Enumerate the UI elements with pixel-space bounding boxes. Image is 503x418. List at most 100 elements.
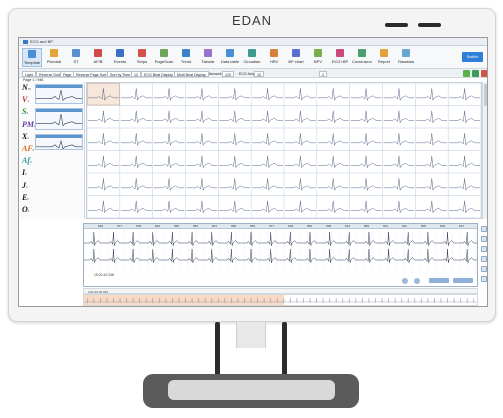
beat-trace[interactable] — [449, 178, 480, 191]
beat-trace[interactable] — [416, 133, 448, 146]
beat-trace[interactable] — [350, 88, 382, 101]
beat-type-i[interactable]: I0 — [22, 169, 27, 178]
beat-trace[interactable] — [416, 110, 448, 124]
beat-trace[interactable] — [350, 200, 382, 214]
beat-trace[interactable] — [317, 178, 349, 191]
beat-trace[interactable] — [88, 200, 119, 214]
beat-trace[interactable] — [449, 200, 480, 214]
toolbar-button-rawdata[interactable]: Rawdata — [396, 48, 416, 67]
beat-trace[interactable] — [350, 155, 382, 169]
toolbar-button-st[interactable]: ST — [66, 48, 86, 67]
beat-trace[interactable] — [186, 178, 218, 191]
amount-input[interactable]: 120 — [222, 70, 234, 77]
beat-trace[interactable] — [153, 178, 185, 191]
beat-trace[interactable] — [120, 155, 152, 169]
beat-trace[interactable] — [153, 110, 185, 124]
light-toggle[interactable]: Light — [22, 70, 36, 77]
beat-trace[interactable] — [88, 155, 119, 169]
toolbar-button-pictorial[interactable]: Pictorial — [44, 48, 64, 67]
vertical-scrollbar[interactable] — [482, 82, 487, 219]
toolbar-button-data-table[interactable]: Data table — [220, 48, 240, 67]
toolbar-button-template[interactable]: Template — [22, 48, 42, 67]
beat-trace[interactable] — [416, 88, 448, 101]
toolbar-button-af-b[interactable]: AF/B — [88, 48, 108, 67]
beat-type-n[interactable]: N78 — [22, 84, 31, 93]
beat-type-af[interactable]: Af0 — [22, 157, 32, 166]
beat-trace[interactable] — [383, 200, 415, 214]
beat-trace[interactable] — [186, 110, 218, 124]
beat-trace[interactable] — [350, 133, 382, 146]
beat-trace[interactable] — [153, 155, 185, 169]
beat-template-thumbnail[interactable] — [35, 108, 83, 130]
strip-action-button[interactable] — [453, 278, 473, 283]
beat-trace[interactable] — [383, 110, 415, 124]
beat-trace[interactable] — [120, 133, 152, 146]
beat-trace[interactable] — [317, 110, 349, 124]
tool-icon[interactable] — [481, 226, 487, 232]
beat-trace[interactable] — [449, 133, 480, 146]
confirm-icon[interactable] — [463, 70, 470, 77]
beat-trace[interactable] — [219, 88, 251, 101]
beat-trace[interactable] — [383, 88, 415, 101]
tool-icon[interactable] — [481, 256, 487, 262]
multi-beat-display-checkbox[interactable]: Multi Beat Display — [174, 70, 209, 77]
beat-trace[interactable] — [350, 110, 382, 124]
beat-trace[interactable] — [285, 200, 316, 214]
selected-cell[interactable] — [87, 83, 120, 106]
beat-trace[interactable] — [383, 133, 415, 146]
toolbar-button-report[interactable]: Report — [374, 48, 394, 67]
beat-type-x[interactable]: X0 — [22, 132, 29, 142]
beat-trace[interactable] — [383, 178, 415, 191]
beat-trace[interactable] — [120, 200, 152, 214]
beat-type-af[interactable]: AF0 — [22, 145, 34, 154]
switch-button[interactable]: Switch — [462, 52, 483, 62]
beat-trace[interactable] — [120, 88, 152, 101]
ecg-strip-view[interactable]: 648 677 678 664 666 650 601 658 659 677 618 659 628 6… — [83, 223, 478, 287]
beat-trace[interactable] — [153, 88, 185, 101]
beat-trace[interactable] — [252, 178, 283, 191]
tool-icon[interactable] — [481, 276, 487, 282]
toolbar-button-bp-chart[interactable]: BP chart — [286, 48, 306, 67]
beat-trace[interactable] — [120, 178, 152, 191]
beat-type-pm[interactable]: PM0 — [22, 120, 36, 130]
beat-trace[interactable] — [186, 200, 218, 214]
toolbar-button-ecg-bp[interactable]: ECG+BP — [330, 48, 350, 67]
beat-trace[interactable] — [186, 155, 218, 169]
toolbar-button-strips[interactable]: Strips — [132, 48, 152, 67]
beat-trace[interactable] — [285, 110, 316, 124]
ecg-amp-select[interactable]: 10 — [254, 70, 264, 77]
beat-trace[interactable] — [317, 155, 349, 169]
tool-icon[interactable] — [481, 246, 487, 252]
beat-trace[interactable] — [88, 110, 119, 124]
beat-trace[interactable] — [285, 133, 316, 146]
beat-trace[interactable] — [416, 155, 448, 169]
beat-trace[interactable] — [285, 178, 316, 191]
count-select[interactable]: 12 — [131, 70, 141, 77]
beat-trace[interactable] — [153, 133, 185, 146]
beat-type-v[interactable]: V4 — [22, 96, 29, 105]
beat-trace[interactable] — [317, 133, 349, 146]
template-grid[interactable] — [86, 82, 482, 219]
beat-trace[interactable] — [219, 133, 251, 146]
strip-action-button[interactable] — [429, 278, 449, 283]
beat-trace[interactable] — [252, 110, 283, 124]
beat-trace[interactable] — [449, 88, 480, 101]
beat-trace[interactable] — [252, 155, 283, 169]
beat-trace[interactable] — [219, 178, 251, 191]
beat-type-j[interactable]: J0 — [22, 181, 28, 191]
beat-type-o[interactable]: O0 — [22, 206, 29, 215]
beat-trace[interactable] — [186, 88, 218, 101]
reject-icon[interactable] — [481, 70, 487, 77]
overview-strip[interactable] — [83, 294, 478, 306]
zoom-out-icon[interactable] — [414, 278, 420, 284]
toolbar-button-circadian[interactable]: Circadian — [242, 48, 262, 67]
zoom-in-icon[interactable] — [402, 278, 408, 284]
sort-select[interactable]: Sort by Time — [107, 70, 134, 77]
beat-trace[interactable] — [285, 88, 316, 101]
beat-trace[interactable] — [285, 155, 316, 169]
beat-trace[interactable] — [449, 110, 480, 124]
beat-trace[interactable] — [252, 133, 283, 146]
reverse-page-sort-checkbox[interactable]: Reverse Page Sort — [73, 70, 110, 77]
beat-trace[interactable] — [186, 133, 218, 146]
scroll-thumb[interactable] — [484, 84, 487, 106]
